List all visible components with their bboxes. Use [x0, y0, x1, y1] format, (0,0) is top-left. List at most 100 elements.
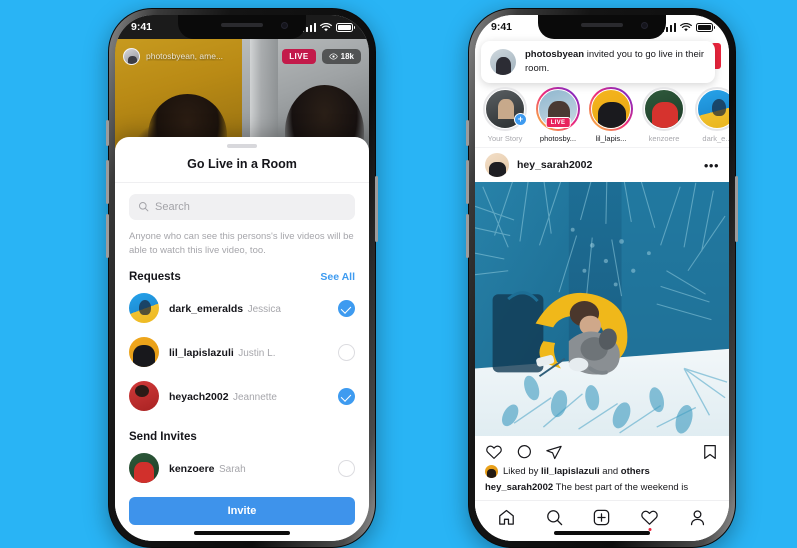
liked-by-username[interactable]: lil_lapislazuli — [541, 466, 600, 477]
phone-left: 9:41 photosbyean, ame... LIVE 18k Go Liv… — [106, 8, 378, 548]
liked-by-text: Liked by lil_lapislazuli and others — [503, 466, 650, 477]
story-item-your-story[interactable]: + Your Story — [483, 87, 527, 143]
bookmark-icon[interactable] — [701, 443, 719, 461]
volume-down-button[interactable] — [106, 214, 109, 258]
story-thumbnail — [697, 89, 729, 129]
live-participants-label: photosbyean, ame... — [146, 51, 224, 61]
notification-text: photosbyean invited you to go live in th… — [525, 48, 706, 76]
select-checkbox[interactable] — [338, 387, 355, 405]
story-label: photosby... — [539, 134, 577, 143]
go-live-room-sheet: Go Live in a Room Search Anyone who can … — [115, 137, 369, 541]
live-top-bar: photosbyean, ame... LIVE 18k — [115, 45, 369, 67]
select-checkbox[interactable] — [338, 459, 355, 477]
caption-username[interactable]: hey_sarah2002 — [485, 482, 553, 493]
post-action-bar — [475, 436, 729, 464]
select-checkbox[interactable] — [338, 343, 355, 361]
eye-icon — [328, 52, 338, 60]
viewer-count-label: 18k — [340, 51, 354, 61]
liked-by-prefix: Liked by — [503, 465, 542, 477]
search-placeholder: Search — [155, 200, 190, 213]
search-icon — [547, 510, 563, 526]
silent-switch[interactable] — [466, 120, 469, 146]
volume-down-button[interactable] — [466, 214, 469, 258]
tab-profile[interactable] — [688, 508, 707, 527]
privacy-blurb: Anyone who can see this persons's live v… — [129, 230, 354, 256]
list-item[interactable]: kenzoere Sarah — [129, 446, 355, 489]
post-image[interactable] — [475, 182, 729, 436]
profile-icon — [690, 510, 704, 526]
instagram-feed: 9:41 photosbyean invited you to go live … — [475, 15, 729, 541]
status-icons — [661, 22, 715, 32]
power-button[interactable] — [735, 176, 738, 242]
post-username[interactable]: hey_sarah2002 — [517, 159, 696, 171]
earpiece-speaker — [221, 23, 263, 27]
list-item[interactable]: lil_lapislazuli Justin L. — [129, 330, 355, 374]
notch — [178, 15, 306, 39]
story-item-lil-lapis[interactable]: lil_lapis... — [589, 87, 633, 143]
notification-username: photosbyean — [525, 49, 585, 60]
see-all-link[interactable]: See All — [320, 271, 355, 283]
post-header: hey_sarah2002 ••• — [475, 147, 729, 182]
list-item[interactable]: dark_emeralds Jessica — [129, 286, 355, 330]
live-viewer-count[interactable]: 18k — [321, 48, 361, 64]
status-time: 9:41 — [131, 21, 153, 33]
tab-add-post[interactable] — [592, 508, 611, 527]
caption-text: The best part of the weekend is — [553, 481, 689, 493]
battery-icon — [336, 22, 355, 32]
volume-up-button[interactable] — [466, 160, 469, 204]
post-caption: hey_sarah2002 The best part of the weeke… — [475, 478, 729, 500]
section-header-send-invites: Send Invites — [129, 431, 355, 443]
realname: Justin L. — [238, 348, 276, 359]
avatar[interactable] — [485, 153, 509, 177]
heart-icon[interactable] — [485, 443, 503, 461]
tab-search[interactable] — [545, 508, 564, 527]
story-label: kenzoere — [648, 134, 680, 143]
notch — [538, 15, 666, 39]
avatar — [129, 453, 159, 483]
tab-activity[interactable] — [640, 508, 659, 531]
comment-bubble-icon[interactable] — [515, 443, 533, 461]
status-icons — [301, 22, 355, 32]
username: heyach2002 — [169, 391, 229, 403]
username: lil_lapislazuli — [169, 347, 234, 359]
volume-up-button[interactable] — [106, 160, 109, 204]
power-button[interactable] — [375, 176, 378, 242]
front-camera — [281, 22, 288, 29]
username: dark_emeralds — [169, 303, 244, 315]
home-icon — [499, 509, 515, 525]
realname: Jeannette — [233, 392, 277, 403]
story-item-kenzoere[interactable]: kenzoere — [642, 87, 686, 143]
realname: Jessica — [247, 304, 281, 315]
tab-home[interactable] — [497, 508, 516, 527]
home-indicator[interactable] — [554, 531, 650, 535]
add-story-icon[interactable]: + — [514, 113, 527, 126]
live-host-avatar[interactable] — [123, 47, 140, 65]
story-label: Your Story — [487, 134, 523, 143]
stories-tray[interactable]: + Your Story LIVE photosby... lil_lapis.… — [475, 85, 729, 147]
wifi-icon — [320, 22, 332, 31]
front-camera — [641, 22, 648, 29]
list-item[interactable]: heyach2002 Jeannette — [129, 374, 355, 418]
home-indicator[interactable] — [194, 531, 290, 535]
phone-right: 9:41 photosbyean invited you to go live … — [466, 8, 738, 548]
share-paper-plane-icon[interactable] — [545, 443, 563, 461]
live-room-invite-notification[interactable]: photosbyean invited you to go live in th… — [481, 41, 715, 83]
sheet-body: Search Anyone who can see this persons's… — [115, 183, 369, 490]
liked-by-others[interactable]: others — [621, 466, 650, 477]
story-item-photosbyean[interactable]: LIVE photosby... — [536, 87, 580, 143]
section-header-requests: Requests See All — [129, 271, 355, 283]
search-input[interactable]: Search — [129, 193, 355, 220]
silent-switch[interactable] — [106, 120, 109, 146]
liked-by-row[interactable]: Liked by lil_lapislazuli and others — [475, 464, 729, 478]
right-phone-screen: 9:41 photosbyean invited you to go live … — [475, 15, 729, 541]
invite-button[interactable]: Invite — [129, 497, 355, 525]
more-options-icon[interactable]: ••• — [704, 159, 719, 172]
story-ring — [589, 87, 633, 131]
select-checkbox[interactable] — [338, 299, 355, 317]
story-item-dark-emeralds[interactable]: dark_e... — [695, 87, 729, 143]
notification-area: photosbyean invited you to go live in th… — [475, 39, 729, 85]
avatar — [129, 337, 159, 367]
list-item-text: lil_lapislazuli Justin L. — [169, 343, 328, 361]
add-post-icon — [594, 509, 610, 526]
post-artwork — [475, 182, 729, 436]
